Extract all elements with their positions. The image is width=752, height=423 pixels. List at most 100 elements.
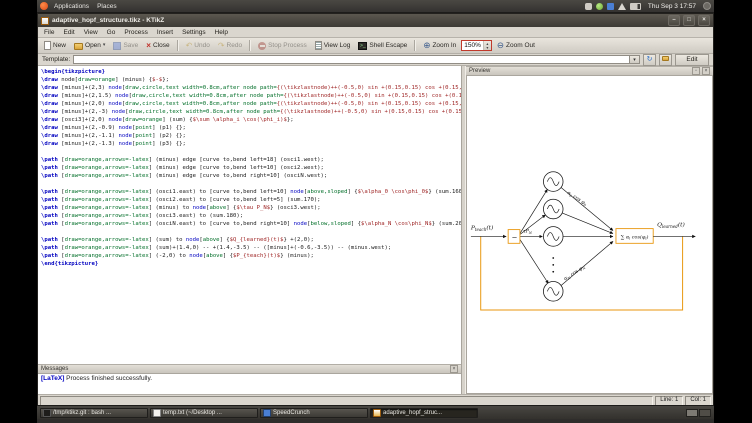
me-menu-icon[interactable]: [596, 3, 603, 10]
close-file-button[interactable]: × Close: [143, 40, 172, 51]
zoom-out-button[interactable]: ⊖ Zoom Out: [494, 40, 538, 51]
preview-diagram: − ∑ αi cos(φi) Pteach(t) Qlearned(t) τPN…: [467, 76, 712, 393]
fanin-edge: [562, 213, 613, 234]
network-icon[interactable]: [618, 3, 626, 10]
ellipsis-dot: [552, 264, 554, 266]
titlebar[interactable]: adaptive_hopf_structure.tikz - KTikZ – □…: [38, 14, 713, 27]
status-col: Col: 1: [685, 396, 711, 406]
preview-close-icon[interactable]: ×: [702, 67, 710, 75]
menu-view[interactable]: View: [80, 29, 102, 36]
zoom-spinner[interactable]: ▴ ▾: [483, 41, 491, 50]
close-file-icon: ×: [146, 41, 151, 50]
log-icon: [315, 41, 322, 50]
menu-edit[interactable]: Edit: [59, 29, 78, 36]
code-editor[interactable]: \begin{tikzpicture}\draw node[draw=orang…: [38, 66, 461, 364]
menu-insert[interactable]: Insert: [153, 29, 177, 36]
open-button[interactable]: Open ▾: [71, 40, 108, 51]
oscillator-node: [543, 172, 563, 192]
workspace-1[interactable]: [686, 409, 698, 417]
taskbar-item-texteditor[interactable]: temp.txt (~/Desktop ...: [150, 408, 258, 418]
oscillator-node: [543, 199, 563, 219]
menu-help[interactable]: Help: [211, 29, 232, 36]
toolbar-separator: [249, 40, 251, 51]
distro-logo-icon[interactable]: [40, 2, 48, 10]
taskbar-item-terminal[interactable]: /tmp/ktikz.git : bash ...: [40, 408, 148, 418]
battery-icon[interactable]: [630, 3, 641, 10]
bluetooth-icon[interactable]: [607, 3, 614, 10]
power-icon[interactable]: [703, 2, 711, 10]
close-button[interactable]: ×: [698, 15, 710, 26]
template-dropdown-icon[interactable]: ▾: [629, 56, 639, 63]
browse-folder-icon: [662, 56, 669, 61]
calculator-app-icon: [263, 409, 271, 417]
workspace-switcher[interactable]: [686, 409, 711, 417]
template-browse-button[interactable]: [659, 54, 672, 66]
open-dropdown-icon[interactable]: ▾: [103, 41, 106, 50]
stop-icon: [258, 42, 266, 50]
zoom-level-value: 150%: [462, 42, 483, 49]
places-menu[interactable]: Places: [95, 3, 119, 10]
zoom-in-icon: ⊕: [423, 41, 430, 50]
oscillator-node: [543, 227, 563, 247]
template-edit-button[interactable]: Edit: [675, 54, 709, 66]
minimize-button[interactable]: –: [668, 15, 680, 26]
new-file-icon: [44, 41, 51, 50]
fanout-edge: [520, 239, 548, 283]
left-pane: \begin{tikzpicture}\draw node[draw=orang…: [38, 66, 462, 394]
view-log-button[interactable]: View Log: [312, 40, 354, 51]
ellipsis-dot: [552, 271, 554, 273]
preview-canvas: − ∑ αi cos(φi) Pteach(t) Qlearned(t) τPN…: [466, 76, 713, 394]
menu-go[interactable]: Go: [103, 29, 120, 36]
menu-process[interactable]: Process: [120, 29, 151, 36]
stop-process-button[interactable]: Stop Process: [255, 41, 310, 51]
menu-settings[interactable]: Settings: [178, 29, 210, 36]
taskbar-item-ktikz[interactable]: adaptive_hopf_struc...: [370, 408, 478, 418]
status-message-area: [40, 396, 653, 406]
preview-dock-header: Preview ▫ ×: [466, 66, 713, 76]
zoom-out-icon: ⊖: [497, 41, 504, 50]
top-panel: Applications Places Thu Sep 3 17:57: [37, 0, 714, 13]
new-button[interactable]: New: [41, 40, 69, 51]
messages-dock-header: Messages ×: [38, 364, 461, 374]
oscillator-node: [543, 282, 563, 302]
weight-top-label: α0 cos φ0: [566, 190, 589, 208]
toolbar-separator: [177, 40, 179, 51]
desktop: Applications Places Thu Sep 3 17:57 adap…: [37, 0, 714, 423]
window-title: adaptive_hopf_structure.tikz - KTikZ: [52, 17, 665, 24]
template-reload-button[interactable]: ↻: [643, 54, 656, 66]
messages-title: Messages: [41, 366, 448, 372]
template-label: Template:: [42, 56, 70, 63]
zoom-level-combo[interactable]: 150% ▴ ▾: [461, 40, 492, 51]
messages-close-icon[interactable]: ×: [450, 365, 458, 373]
open-folder-icon: [74, 43, 83, 50]
preview-float-icon[interactable]: ▫: [692, 67, 700, 75]
workspace-2[interactable]: [699, 409, 711, 417]
zoom-in-button[interactable]: ⊕ Zoom In: [420, 40, 459, 51]
feedback-edge: [481, 236, 683, 310]
input-label: Pteach(t): [470, 225, 494, 232]
redo-icon: ↷: [218, 41, 225, 50]
spin-down-icon[interactable]: ▾: [486, 46, 488, 50]
taskbar-item-speedcrunch[interactable]: SpeedCrunch: [260, 408, 368, 418]
redo-button[interactable]: ↷ Redo: [215, 40, 245, 51]
perturb-label: τPN: [523, 229, 533, 235]
ktikz-app-icon: [373, 409, 381, 417]
menubar: File Edit View Go Process Insert Setting…: [38, 27, 713, 38]
chat-tray-icon[interactable]: [585, 3, 592, 10]
message-text: Process finished successfully.: [64, 375, 152, 382]
applications-menu[interactable]: Applications: [52, 3, 91, 10]
app-icon: [41, 17, 49, 25]
ktikz-window: adaptive_hopf_structure.tikz - KTikZ – □…: [37, 13, 714, 407]
sum-label: ∑ αi cos(φi): [621, 233, 649, 240]
template-combobox[interactable]: ▾: [73, 55, 640, 64]
menu-file[interactable]: File: [40, 29, 58, 36]
shell-escape-button[interactable]: >_ Shell Escape: [355, 41, 410, 51]
screen: Applications Places Thu Sep 3 17:57 adap…: [0, 0, 752, 423]
taskbar: /tmp/ktikz.git : bash ... temp.txt (~/De…: [37, 405, 714, 419]
save-button[interactable]: Save: [110, 41, 141, 51]
terminal-app-icon: [43, 409, 51, 417]
terminal-icon: >_: [358, 42, 367, 50]
maximize-button[interactable]: □: [683, 15, 695, 26]
clock[interactable]: Thu Sep 3 17:57: [648, 3, 696, 10]
undo-button[interactable]: ↶ Undo: [183, 40, 213, 51]
